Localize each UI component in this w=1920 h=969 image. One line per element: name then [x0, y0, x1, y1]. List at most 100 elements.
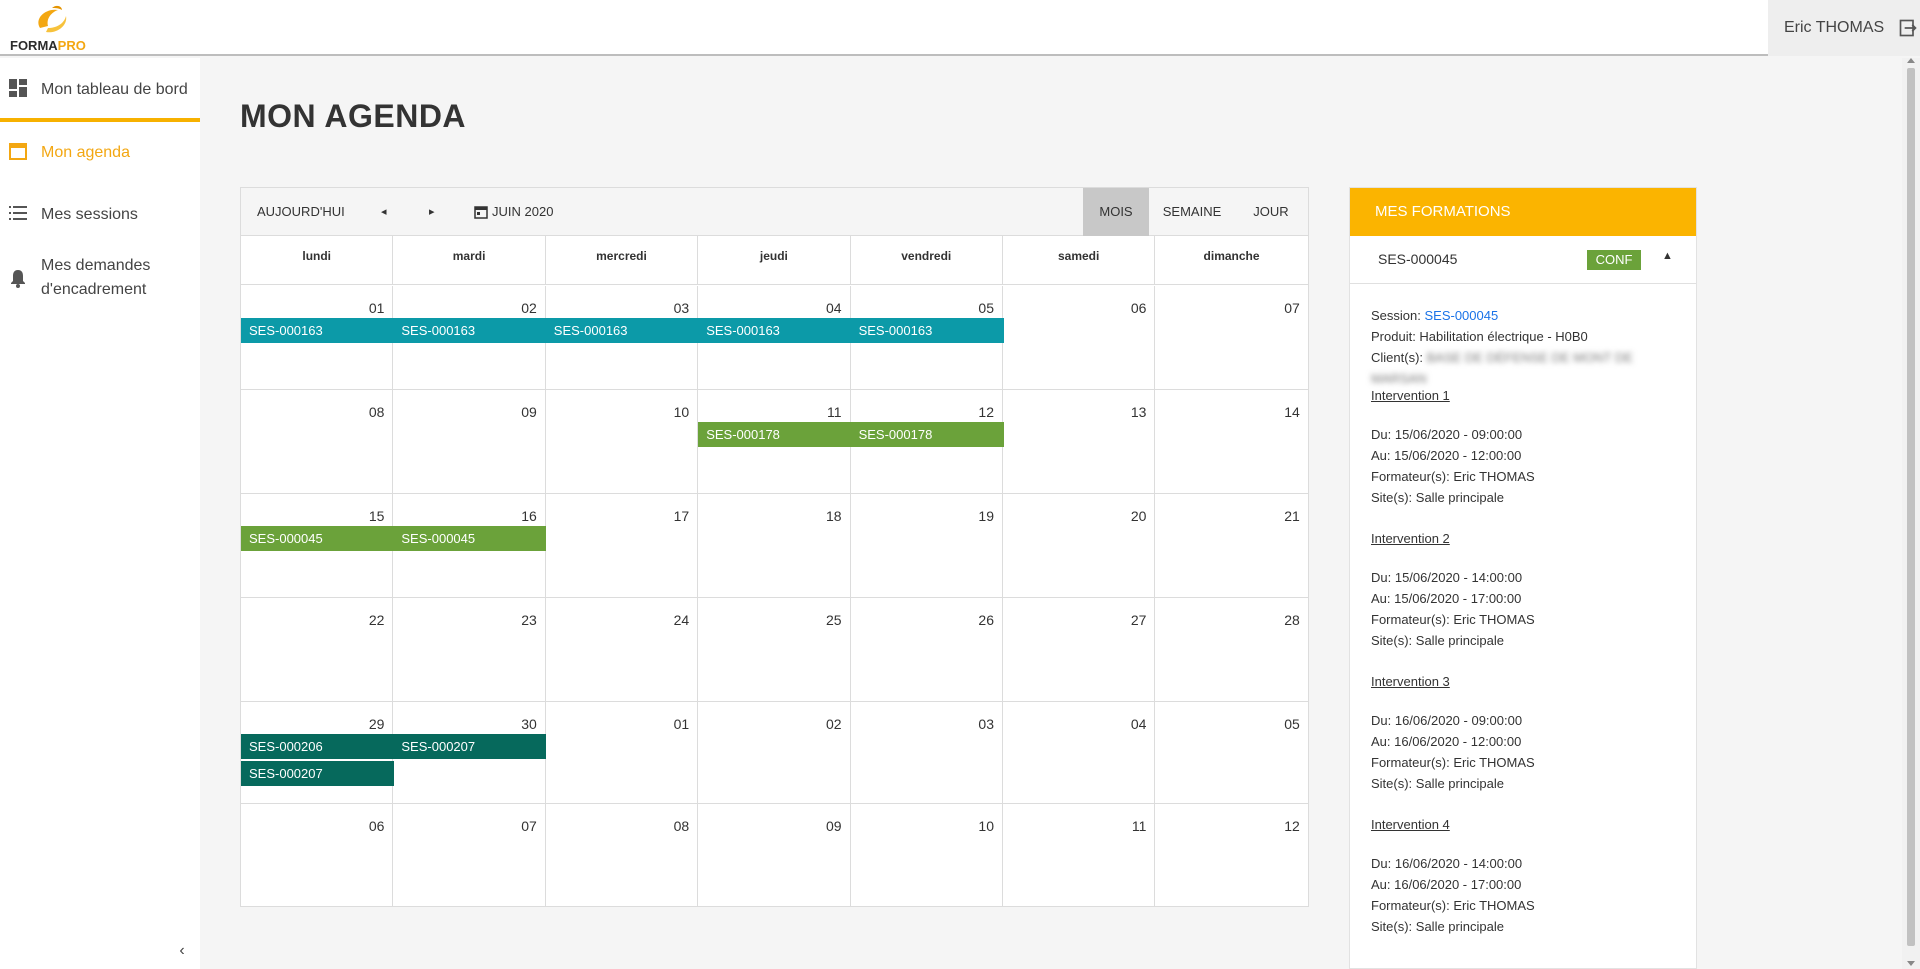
weekday-label: mardi	[393, 236, 546, 284]
calendar-event[interactable]: SES-000045	[393, 526, 547, 551]
next-month-button[interactable]: ▸	[429, 188, 435, 236]
intervention-site: Site(s): Salle principale	[1371, 490, 1504, 505]
calendar-day-cell[interactable]: 17	[546, 494, 699, 597]
logo-swirl-icon	[38, 5, 67, 33]
calendar-day-cell[interactable]: 20	[1003, 494, 1156, 597]
day-number: 09	[521, 404, 537, 420]
intervention-du: Du: 16/06/2020 - 09:00:00	[1371, 713, 1523, 728]
day-number: 06	[1130, 300, 1147, 316]
calendar-day-cell[interactable]: 22	[241, 598, 394, 701]
sidebar-item-demandes[interactable]: Mes demandes d'encadrement	[0, 254, 200, 302]
weekday-label: dimanche	[1203, 249, 1260, 263]
collapse-sidebar-button[interactable]: ‹	[172, 941, 192, 961]
calendar-day-cell[interactable]: 03	[851, 702, 1003, 803]
calendar-day-cell[interactable]: 07	[1155, 286, 1307, 389]
logout-icon[interactable]	[1898, 18, 1918, 38]
view-day-button[interactable]: JOUR	[1235, 188, 1307, 236]
today-button[interactable]: AUJOURD'HUI	[257, 188, 345, 236]
session-link[interactable]: SES-000045	[1424, 308, 1498, 323]
scroll-down-icon[interactable]	[1907, 961, 1915, 966]
product-line: Produit: Habilitation électrique - H0B0	[1371, 329, 1588, 344]
calendar-event[interactable]: SES-000163	[545, 318, 699, 343]
view-week-button[interactable]: SEMAINE	[1151, 188, 1233, 236]
calendar-day-cell[interactable]: 08	[546, 804, 699, 906]
weekday-label: jeudi	[698, 236, 851, 284]
calendar-toolbar: AUJOURD'HUI ◂ ▸ JUIN 2020 MOIS SEMAINE J…	[241, 188, 1308, 236]
calendar-day-cell[interactable]: 09	[698, 804, 851, 906]
user-menu[interactable]: Eric THOMAS	[1768, 0, 1920, 56]
day-number: 11	[1131, 818, 1147, 834]
calendar-day-cell[interactable]: 04	[1003, 702, 1156, 803]
calendar-day-cell[interactable]: 01	[546, 702, 699, 803]
prev-month-button[interactable]: ◂	[381, 188, 387, 236]
intervention-au: Au: 15/06/2020 - 17:00:00	[1371, 591, 1522, 606]
page-title: MON AGENDA	[240, 98, 467, 134]
calendar-event[interactable]: SES-000178	[698, 422, 852, 447]
calendar-event[interactable]: SES-000163	[393, 318, 547, 343]
calendar-day-cell[interactable]: 13	[1003, 390, 1156, 493]
sidebar-item-dashboard[interactable]: Mon tableau de bord	[0, 78, 200, 102]
calendar-event[interactable]: SES-000178	[850, 422, 1004, 447]
calendar-day-cell[interactable]: 19	[851, 494, 1003, 597]
calendar-day-cell[interactable]: 28	[1155, 598, 1307, 701]
intervention-title: Intervention 1	[1371, 388, 1450, 403]
calendar-day-cell[interactable]: 07	[393, 804, 546, 906]
calendar-small-icon	[474, 206, 488, 219]
sidebar-item-agenda[interactable]: Mon agenda	[0, 141, 200, 165]
dashboard-icon	[9, 79, 27, 97]
calendar-day-cell[interactable]: 09	[393, 390, 546, 493]
day-number: 07	[1284, 300, 1300, 316]
calendar-day-cell[interactable]: 06	[241, 804, 394, 906]
day-number: 10	[978, 818, 994, 834]
app-logo[interactable]: FORMAPRO	[8, 4, 88, 53]
calendar-day-cell[interactable]: 06	[1003, 286, 1156, 389]
page-scrollbar[interactable]	[1902, 58, 1920, 969]
day-number: 05	[1284, 716, 1300, 732]
sidebar-item-sessions[interactable]: Mes sessions	[0, 203, 200, 227]
scroll-thumb[interactable]	[1907, 68, 1915, 946]
calendar-event[interactable]: SES-000163	[241, 318, 394, 343]
intervention-site: Site(s): Salle principale	[1371, 776, 1504, 791]
calendar-day-cell[interactable]: 27	[1003, 598, 1156, 701]
collapse-caret-icon[interactable]: ▲	[1662, 250, 1673, 262]
intervention-du: Du: 15/06/2020 - 09:00:00	[1371, 427, 1523, 442]
day-number: 26	[978, 612, 994, 628]
day-number: 28	[1284, 612, 1300, 628]
calendar-day-cell[interactable]: 25	[698, 598, 851, 701]
view-month-button[interactable]: MOIS	[1083, 188, 1149, 236]
weekday-label: lundi	[241, 236, 394, 284]
client-name-blurred: BASE DE DÉFENSE DE MONT DE	[1426, 350, 1633, 365]
calendar-day-cell[interactable]: 26	[851, 598, 1003, 701]
weekday-label: vendredi	[851, 236, 1003, 284]
calendar-day-cell[interactable]: 02	[698, 702, 851, 803]
calendar-event[interactable]: SES-000163	[698, 318, 852, 343]
calendar-day-cell[interactable]: 10	[546, 390, 699, 493]
calendar-event[interactable]: SES-000206	[241, 734, 394, 759]
client-line: Client(s): BASE DE DÉFENSE DE MONT DE MAR…	[1371, 350, 1633, 386]
calendar-day-cell[interactable]: 18	[698, 494, 851, 597]
calendar-day-cell[interactable]: 21	[1155, 494, 1307, 597]
intervention-formateur: Formateur(s): Eric THOMAS	[1371, 469, 1535, 484]
calendar-day-cell[interactable]: 14	[1155, 390, 1307, 493]
calendar-day-cell[interactable]: 23	[393, 598, 546, 701]
calendar-day-cell[interactable]: 08	[241, 390, 394, 493]
calendar-day-cell[interactable]: 11	[1003, 804, 1156, 906]
intervention-formateur: Formateur(s): Eric THOMAS	[1371, 612, 1535, 627]
day-number: 03	[673, 300, 690, 316]
session-header[interactable]: SES-000045 CONF ▲	[1350, 236, 1696, 284]
calendar-day-cell[interactable]: 05	[1155, 702, 1307, 803]
calendar-day-cell[interactable]: 24	[546, 598, 699, 701]
scroll-up-icon[interactable]	[1907, 58, 1915, 63]
month-picker[interactable]: JUIN 2020	[474, 188, 553, 236]
calendar-event[interactable]: SES-000163	[850, 318, 1004, 343]
intervention-formateur: Formateur(s): Eric THOMAS	[1371, 755, 1535, 770]
calendar-event[interactable]: SES-000045	[241, 526, 394, 551]
calendar-event[interactable]: SES-000207	[241, 761, 394, 786]
calendar-day-cell[interactable]: 10	[851, 804, 1003, 906]
calendar-day-cell[interactable]: 12	[1155, 804, 1307, 906]
day-number: 25	[826, 612, 842, 628]
intervention-formateur: Formateur(s): Eric THOMAS	[1371, 898, 1535, 913]
calendar-event[interactable]: SES-000207	[393, 734, 547, 759]
formations-panel: MES FORMATIONS SES-000045 CONF ▲ Session…	[1349, 187, 1697, 969]
intervention-du: Du: 16/06/2020 - 14:00:00	[1371, 856, 1523, 871]
